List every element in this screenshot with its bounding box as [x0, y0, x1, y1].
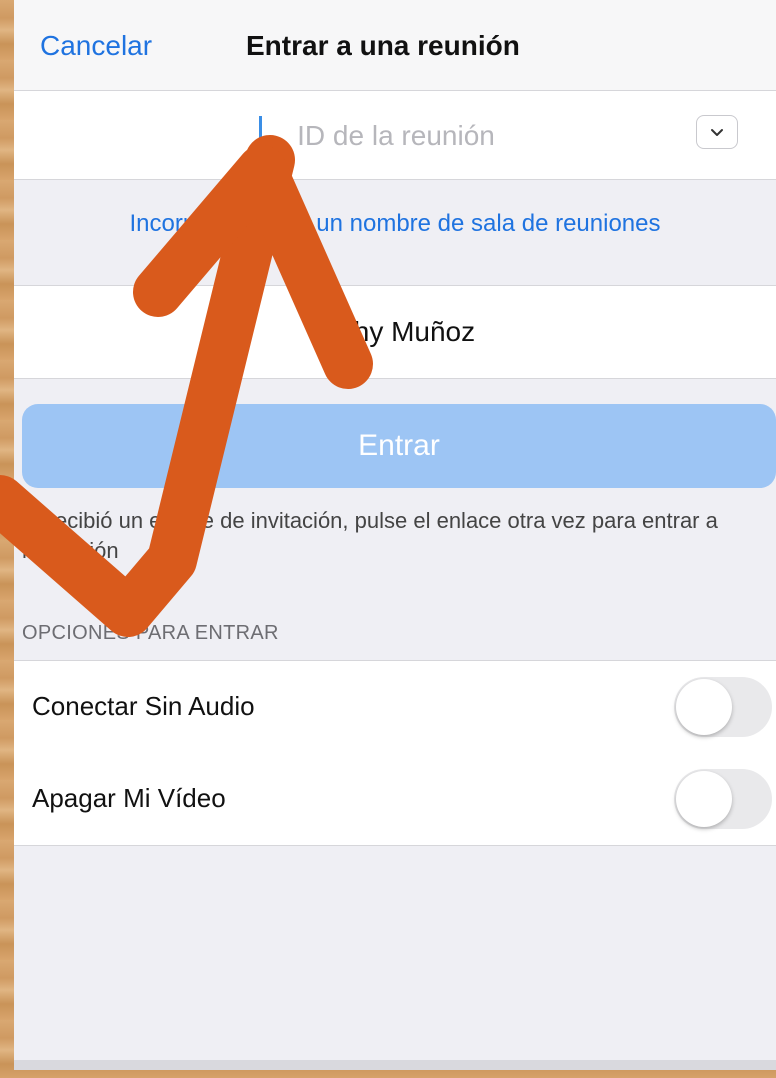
display-name-row[interactable]: Kishy Muñoz: [14, 285, 776, 379]
join-with-room-name-link[interactable]: Incorporarse con un nombre de sala de re…: [130, 210, 661, 238]
room-name-link-row: Incorporarse con un nombre de sala de re…: [14, 180, 776, 284]
meeting-id-input[interactable]: [114, 113, 678, 159]
text-cursor: [259, 116, 262, 154]
video-off-toggle[interactable]: [674, 769, 772, 829]
toggle-knob: [676, 771, 732, 827]
navigation-bar: Cancelar Entrar a una reunión: [14, 0, 776, 91]
option-label: Conectar Sin Audio: [32, 691, 255, 721]
display-name-field[interactable]: Kishy Muñoz: [14, 316, 776, 348]
page-title: Entrar a una reunión: [246, 30, 520, 61]
join-meeting-screen: Cancelar Entrar a una reunión Incorporar…: [14, 0, 776, 1070]
meeting-id-row: [14, 91, 776, 180]
meeting-id-history-button[interactable]: [696, 115, 738, 149]
join-options-section-title: OPCIONES PARA ENTRAR: [22, 622, 279, 644]
cancel-button[interactable]: Cancelar: [40, 30, 152, 62]
join-button[interactable]: Entrar: [22, 404, 776, 488]
invitation-hint-text: Si recibió un enlace de invitación, puls…: [22, 508, 718, 563]
chevron-down-icon: [711, 128, 723, 136]
option-label: Apagar Mi Vídeo: [32, 783, 226, 813]
option-row-no-audio: Conectar Sin Audio: [14, 660, 776, 754]
bottom-bar: [14, 1060, 776, 1070]
no-audio-toggle[interactable]: [674, 677, 772, 737]
toggle-knob: [676, 679, 732, 735]
option-row-video-off: Apagar Mi Vídeo: [14, 753, 776, 846]
